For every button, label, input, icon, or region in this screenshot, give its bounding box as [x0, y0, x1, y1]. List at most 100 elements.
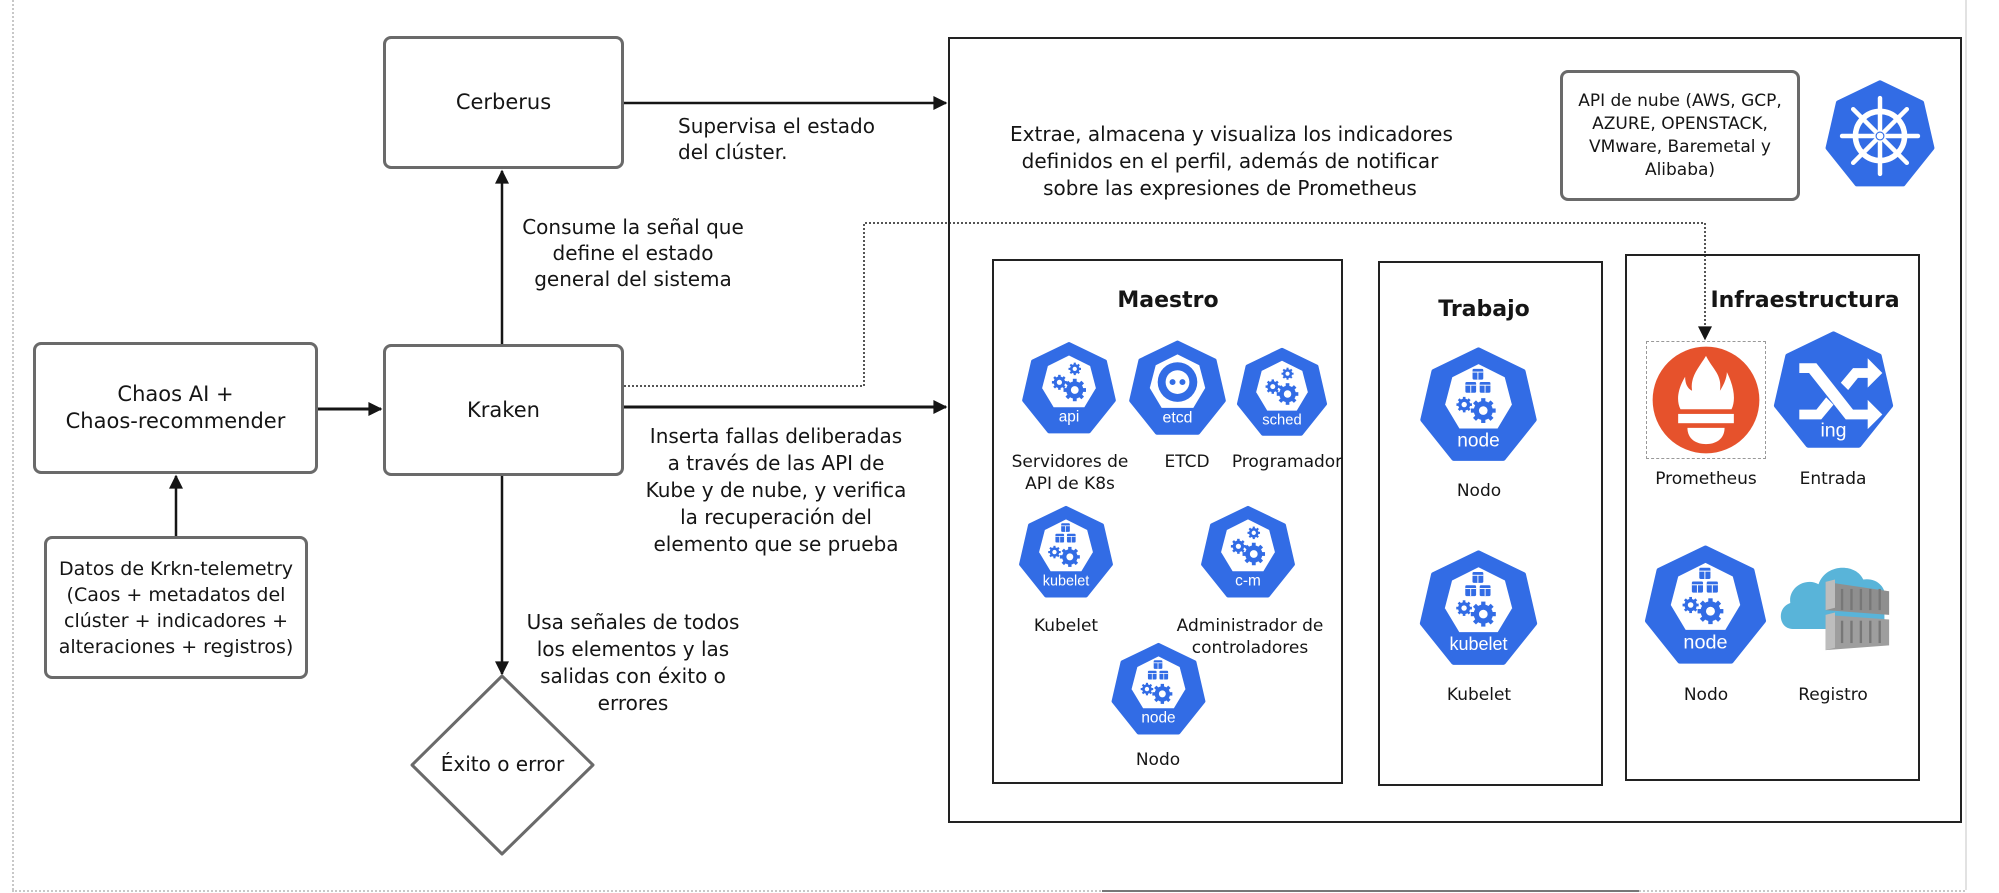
master-node-icon: node [1109, 641, 1208, 741]
registry-label: Registro [1798, 684, 1868, 706]
svg-text:c-m: c-m [1235, 573, 1261, 590]
prometheus-icon [1646, 341, 1766, 459]
edge-label-line: errores [597, 691, 669, 715]
scheduler-label: Programador [1232, 451, 1342, 473]
edge-label-line: Supervisa el estado [678, 114, 875, 138]
edge-label-line: Consume la señal que [522, 215, 744, 239]
worker-kubelet-icon: kubelet [1416, 548, 1541, 673]
edge-label-line: Usa señales de todos [526, 610, 740, 634]
edge-label-cerberus-monitor: Supervisa el estado del clúster. [678, 113, 875, 165]
hex-shape: ing [1773, 331, 1894, 448]
cloud-api-line2: AZURE, OPENSTACK, [1592, 113, 1768, 134]
label-line: Kubelet [1033, 616, 1099, 636]
label-line: API de K8s [1025, 474, 1115, 494]
cloud-api-line1: API de nube (AWS, GCP, [1578, 90, 1782, 111]
cloud-api-line4: Alibaba) [1644, 159, 1716, 180]
cloud-api-box[interactable]: API de nube (AWS, GCP, AZURE, OPENSTACK,… [1560, 70, 1800, 201]
chaos-ai-label-line1: Chaos AI + [117, 382, 234, 406]
master-kubelet-icon: kubelet [1017, 504, 1115, 604]
edge-label-line: elemento que se prueba [653, 532, 899, 556]
master-node-label: Nodo [1136, 749, 1180, 771]
note-line: Extrae, almacena y visualiza los indicad… [1010, 122, 1453, 146]
prometheus-note: Extrae, almacena y visualiza los indicad… [1010, 121, 1453, 202]
edge-label-consume-signal: Consume la señal que define el estado ge… [518, 214, 748, 292]
note-line: definidos en el perfil, además de notifi… [1021, 149, 1439, 173]
cerberus-box[interactable]: Cerberus [383, 36, 624, 169]
svg-text:sched: sched [1262, 412, 1301, 428]
svg-text:node: node [1141, 710, 1175, 727]
chaos-ai-label-line2: Chaos-recommender [65, 409, 286, 433]
edge-label-line: Inserta fallas deliberadas [649, 424, 903, 448]
master-group-title: Maestro [1117, 288, 1219, 313]
infra-group-title: Infraestructura [1710, 288, 1900, 313]
worker-node-icon: node [1416, 345, 1541, 469]
svg-text:api: api [1059, 409, 1080, 426]
telemetry-box[interactable]: Datos de Krkn-telemetry (Caos + metadato… [44, 536, 308, 679]
edge-label-use-signals: Usa señales de todos los elementos y las… [518, 609, 748, 717]
helm-shape [1825, 80, 1935, 187]
hex-shape: node [1111, 642, 1206, 735]
telemetry-label-line1: Datos de Krkn-telemetry [58, 557, 294, 580]
infra-node-icon: node [1641, 543, 1770, 672]
hex-shape: node [1420, 347, 1537, 461]
etcd-icon: etcd [1128, 338, 1227, 442]
ingress-icon: ing [1769, 329, 1898, 456]
api-server-icon: api [1021, 338, 1117, 442]
hex-shape: kubelet [1419, 550, 1538, 665]
worker-group-title: Trabajo [1438, 297, 1530, 322]
chaos-ai-box[interactable]: Chaos AI + Chaos-recommender [33, 342, 318, 474]
label-line: ETCD [1164, 452, 1210, 472]
cerberus-label: Cerberus [455, 90, 552, 114]
edge-label-line: la recuperación del [680, 505, 872, 529]
label-line: Administrador de [1176, 616, 1324, 636]
kubernetes-logo-icon [1822, 78, 1938, 194]
telemetry-label-line4: alteraciones + registros) [58, 635, 294, 658]
infra-node-label: Nodo [1684, 684, 1728, 706]
edge-label-line: del clúster. [678, 140, 788, 164]
note-line: sobre las expresiones de Prometheus [1043, 176, 1417, 200]
worker-kubelet-label: Kubelet [1447, 684, 1511, 706]
hex-shape: api [1022, 341, 1116, 434]
edge-label-line: los elementos y las [536, 637, 730, 661]
cloud-api-line3: VMware, Baremetal y [1589, 136, 1771, 157]
hex-shape: kubelet [1019, 505, 1113, 598]
svg-text:etcd: etcd [1163, 410, 1193, 427]
api-server-label: Servidores de API de K8s [1012, 451, 1129, 495]
svg-text:node: node [1683, 631, 1727, 653]
ingress-label: Entrada [1800, 468, 1867, 490]
registry-icon [1776, 556, 1894, 656]
hex-shape: etcd [1129, 340, 1226, 435]
edge-label-line: Kube y de nube, y verifica [645, 478, 907, 502]
label-line: Nodo [1683, 685, 1729, 705]
prometheus-label: Prometheus [1655, 468, 1757, 490]
registry-shape [1780, 567, 1890, 651]
worker-node-label: Nodo [1457, 480, 1501, 502]
svg-text:kubelet: kubelet [1449, 634, 1507, 654]
etcd-label: ETCD [1164, 451, 1209, 473]
scheduler-icon: sched [1235, 346, 1329, 442]
label-line: Servidores de [1011, 452, 1129, 472]
label-line: Nodo [1135, 750, 1181, 770]
svg-text:ing: ing [1820, 419, 1846, 441]
worker-group [1378, 261, 1603, 786]
label-line: Nodo [1456, 481, 1502, 501]
controller-manager-icon: c-m [1199, 504, 1297, 604]
hex-shape: node [1644, 545, 1767, 664]
label-line: Registro [1798, 685, 1868, 705]
kraken-box[interactable]: Kraken [383, 344, 624, 476]
svg-text:kubelet: kubelet [1043, 574, 1089, 590]
master-kubelet-label: Kubelet [1034, 615, 1098, 637]
decision-label: Éxito o error [440, 752, 565, 776]
telemetry-label-line2: (Caos + metadatos del [66, 583, 286, 606]
kraken-label: Kraken [467, 397, 540, 422]
label-line: Prometheus [1655, 469, 1757, 489]
prometheus-shape [1652, 346, 1760, 454]
edge-label-line: define el estado [552, 241, 714, 265]
hex-shape: sched [1236, 347, 1328, 436]
label-line: Kubelet [1446, 685, 1512, 705]
edge-label-line: salidas con éxito o [540, 664, 726, 688]
svg-text:node: node [1457, 430, 1499, 451]
edge-label-line: a través de las API de [667, 451, 885, 475]
edge-label-inject-faults: Inserta fallas deliberadas a través de l… [641, 423, 911, 558]
label-line: Entrada [1799, 469, 1867, 489]
